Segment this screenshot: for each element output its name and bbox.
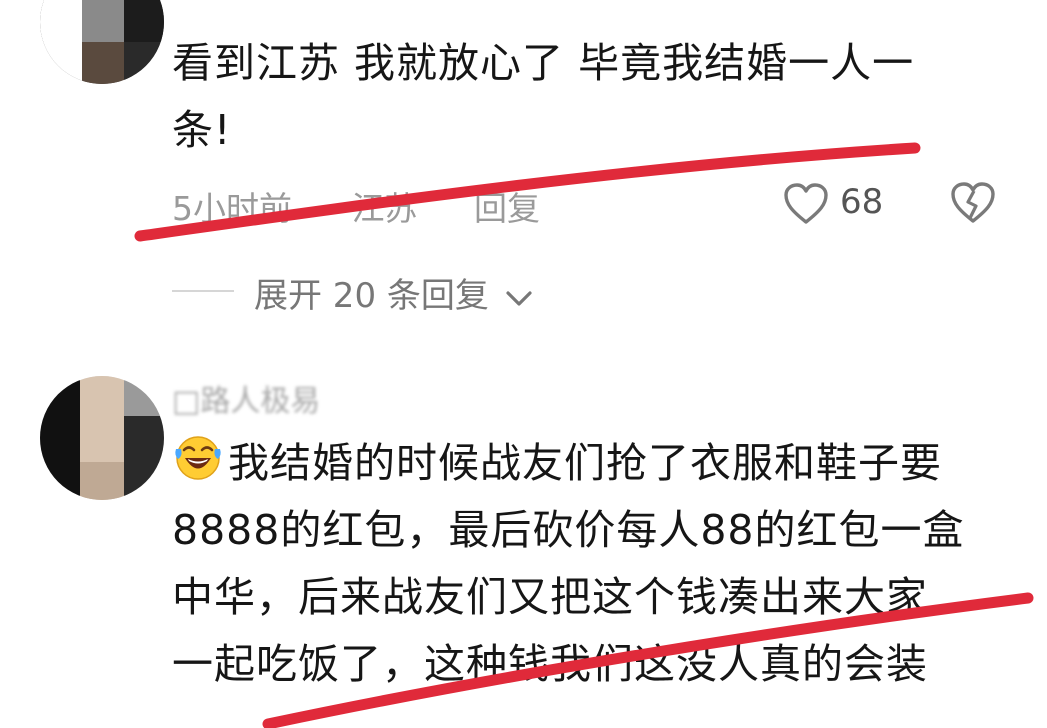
chevron-down-icon bbox=[506, 290, 532, 306]
comment-text-line: 看到江苏 我就放心了 毕竟我结婚一人一 bbox=[172, 39, 915, 87]
expand-divider bbox=[172, 290, 234, 292]
avatar[interactable] bbox=[40, 376, 164, 500]
laughing-tears-emoji-icon bbox=[175, 436, 221, 480]
meta-separator: · bbox=[316, 189, 328, 228]
expand-replies-button[interactable]: 展开 20 条回复 bbox=[254, 268, 534, 317]
heart-outline-icon bbox=[784, 183, 828, 224]
like-count: 68 bbox=[840, 182, 884, 222]
comment-meta: 5小时前 · 江苏 回复 bbox=[172, 182, 540, 230]
comment-text-line: 8888的红包，最后砍价每人88的红包一盒 bbox=[172, 506, 965, 554]
comment-text: 看到江苏 我就放心了 毕竟我结婚一人一 条! bbox=[172, 30, 914, 164]
comment-text-line: 中华，后来战友们又把这个钱凑出来大家 bbox=[172, 573, 928, 621]
broken-heart-icon bbox=[951, 182, 995, 223]
location: 江苏 bbox=[351, 189, 418, 228]
avatar[interactable] bbox=[40, 0, 164, 84]
like-button[interactable]: 68 bbox=[782, 180, 892, 228]
comment-text-line-1: 我结婚的时候战友们抢了衣服和鞋子要 bbox=[228, 439, 942, 487]
dislike-button[interactable] bbox=[948, 180, 998, 228]
reply-button[interactable]: 回复 bbox=[474, 189, 540, 228]
comment-text-line: 一起吃饭了，这种钱我们这没人真的会装 bbox=[172, 640, 928, 688]
comment-text-line: 我结婚的时候战友们抢了衣服和鞋子要 bbox=[172, 430, 965, 497]
comment-text: 我结婚的时候战友们抢了衣服和鞋子要 8888的红包，最后砍价每人88的红包一盒 … bbox=[172, 430, 965, 698]
comment-text-line: 条! bbox=[172, 106, 232, 154]
expand-replies-label: 展开 20 条回复 bbox=[254, 276, 489, 316]
username[interactable]: □路人极易 bbox=[172, 376, 320, 420]
timestamp: 5小时前 bbox=[172, 189, 292, 228]
